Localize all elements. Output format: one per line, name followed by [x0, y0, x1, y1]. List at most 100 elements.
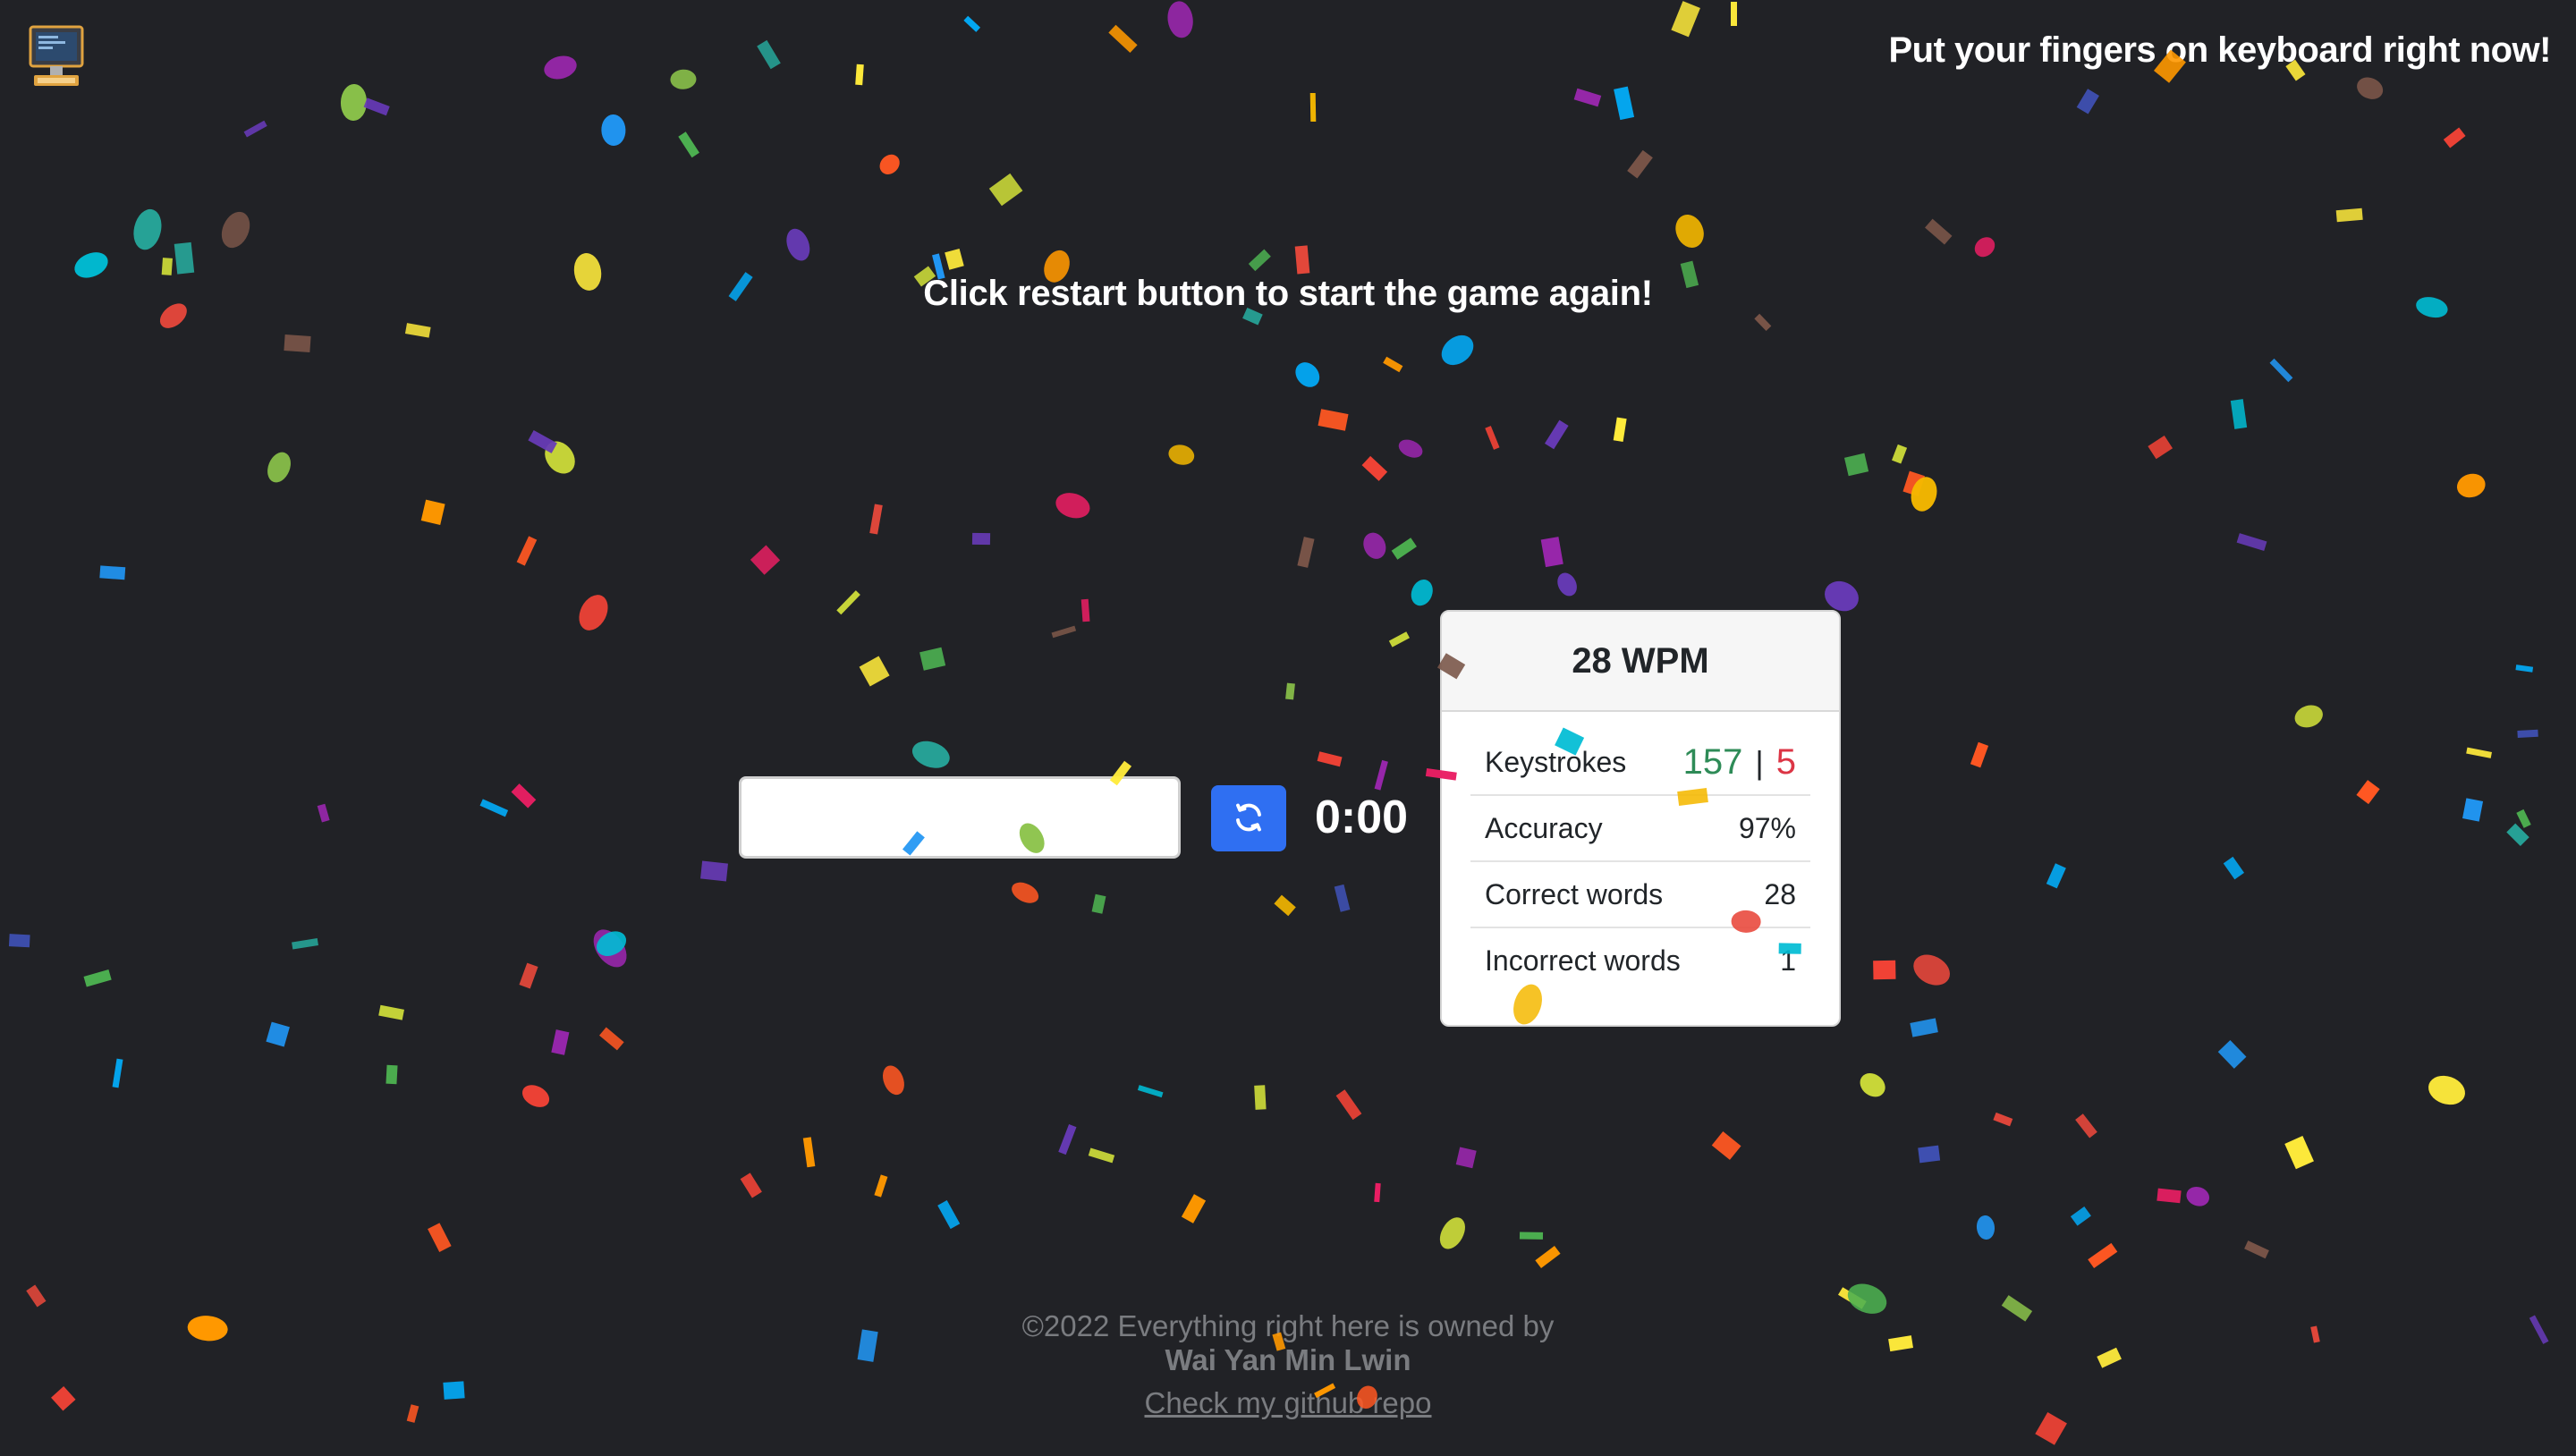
confetti-piece	[538, 435, 581, 480]
confetti-piece	[1391, 537, 1417, 560]
confetti-piece	[1455, 1147, 1477, 1169]
confetti-piece	[112, 1058, 123, 1088]
confetti-piece	[130, 207, 165, 253]
confetti-piece	[1166, 442, 1197, 468]
confetti-piece	[1731, 2, 1738, 26]
confetti-piece	[266, 1021, 290, 1047]
confetti-piece	[1360, 529, 1390, 563]
stats-list: Keystrokes 157 | 5 Accuracy 97% Correct wo…	[1442, 712, 1839, 993]
confetti-piece	[2157, 1188, 2182, 1204]
confetti-piece	[1249, 249, 1271, 271]
confetti-piece	[2070, 1206, 2091, 1226]
confetti-piece	[1670, 210, 1709, 252]
confetti-piece	[2223, 857, 2245, 880]
confetti-piece	[1838, 1287, 1867, 1309]
confetti-piece	[551, 1029, 569, 1055]
confetti-piece	[944, 248, 964, 270]
confetti-piece	[1297, 537, 1315, 568]
confetti-piece	[1970, 233, 1999, 261]
confetti-piece	[2284, 1136, 2314, 1170]
confetti-piece	[99, 565, 126, 580]
confetti-piece	[757, 39, 781, 70]
confetti-piece	[1285, 682, 1296, 700]
confetti-piece	[2462, 798, 2483, 822]
confetti-piece	[404, 322, 431, 338]
confetti-piece	[1573, 88, 1602, 107]
confetti-piece	[1671, 1, 1700, 38]
confetti-piece	[1519, 1232, 1543, 1240]
stat-row-keystrokes: Keystrokes 157 | 5	[1470, 730, 1810, 796]
confetti-piece	[2443, 127, 2466, 148]
confetti-piece	[317, 804, 330, 823]
confetti-piece	[1993, 1113, 2013, 1127]
confetti-piece	[1407, 576, 1436, 609]
confetti-piece	[243, 120, 267, 138]
incorrect-words-value: 1	[1780, 944, 1796, 977]
typing-input[interactable]	[739, 776, 1181, 859]
confetti-piece	[1891, 444, 1908, 464]
stat-row-incorrect-words: Incorrect words 1	[1470, 928, 1810, 993]
confetti-piece	[2269, 358, 2293, 383]
github-repo-link[interactable]: Check my github repo	[1145, 1386, 1432, 1420]
timer: 0:00	[1315, 791, 1409, 843]
correct-words-value: 28	[1764, 877, 1796, 910]
confetti-piece	[1873, 960, 1896, 980]
footer: ©2022 Everything right here is owned by …	[0, 1309, 2576, 1420]
confetti-piece	[1374, 1182, 1382, 1202]
confetti-piece	[963, 15, 981, 32]
confetti-piece	[669, 68, 698, 90]
confetti-piece	[678, 131, 699, 158]
confetti-piece	[2148, 436, 2174, 460]
confetti-piece	[479, 799, 509, 817]
confetti-piece	[1318, 409, 1349, 431]
confetti-piece	[2230, 399, 2248, 430]
confetti-piece	[1181, 1194, 1207, 1223]
confetti-piece	[340, 83, 368, 121]
confetti-piece	[1855, 1068, 1890, 1102]
confetti-piece	[1137, 1084, 1164, 1098]
owner-name: Wai Yan Min Lwin	[1165, 1343, 1411, 1376]
confetti-piece	[1436, 329, 1479, 371]
confetti-piece	[1975, 1215, 1996, 1241]
game-page: Put your fingers on keyboard right now! …	[0, 0, 2576, 1456]
restart-message: Click restart button to start the game a…	[923, 274, 1653, 313]
restart-button[interactable]	[1211, 785, 1286, 851]
stats-card: 28 WPM Keystrokes 157 | 5 Accuracy 97% Cor…	[1440, 610, 1841, 1027]
confetti-piece	[2335, 207, 2363, 223]
confetti-piece	[878, 1062, 909, 1098]
confetti-piece	[919, 647, 946, 671]
confetti-piece	[1058, 1124, 1077, 1155]
confetti-piece	[2353, 73, 2386, 104]
confetti-piece	[1165, 0, 1196, 40]
confetti-piece	[378, 1004, 405, 1020]
keystrokes-separator: |	[1755, 743, 1764, 781]
confetti-piece	[598, 1027, 624, 1051]
confetti-piece	[592, 927, 631, 961]
refresh-icon	[1233, 801, 1265, 836]
confetti-piece	[750, 545, 780, 575]
confetti-piece	[1388, 631, 1410, 648]
copyright-text: ©2022 Everything right here is owned by	[1021, 1309, 1555, 1342]
confetti-layer	[0, 0, 2576, 1456]
confetti-piece	[1395, 436, 1426, 461]
confetti-piece	[874, 1174, 888, 1198]
stat-row-correct-words: Correct words 28	[1470, 862, 1810, 928]
confetti-piece	[1925, 219, 1953, 245]
keystrokes-value: 157 | 5	[1683, 742, 1796, 783]
confetti-piece	[2075, 1113, 2097, 1139]
confetti-piece	[1535, 1246, 1561, 1268]
confetti-piece	[1254, 1085, 1267, 1110]
confetti-piece	[1910, 1018, 1938, 1037]
confetti-piece	[511, 783, 537, 808]
confetti-piece	[2466, 747, 2492, 759]
confetti-piece	[1274, 894, 1296, 916]
confetti-piece	[876, 150, 904, 179]
confetti-piece	[859, 656, 890, 687]
confetti-piece	[1053, 488, 1094, 522]
confetti-piece	[284, 334, 311, 352]
confetti-piece	[2506, 823, 2529, 846]
confetti-piece	[836, 590, 860, 615]
confetti-piece	[2454, 470, 2488, 501]
confetti-piece	[700, 860, 728, 882]
confetti-piece	[1918, 1145, 1941, 1164]
